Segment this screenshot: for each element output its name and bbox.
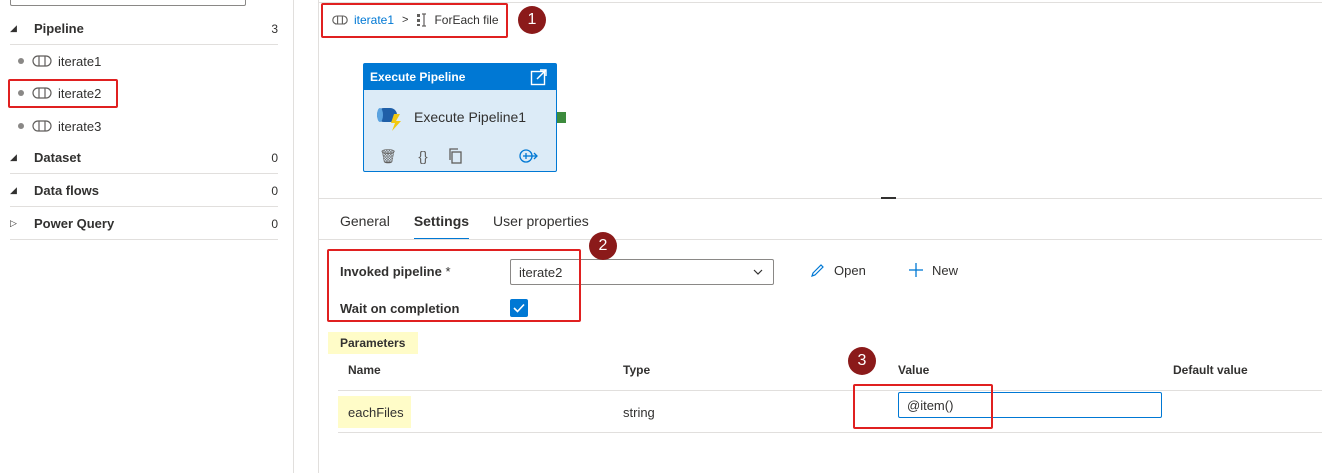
new-button[interactable]: New (908, 262, 958, 278)
activity-header: Execute Pipeline (364, 64, 556, 90)
activity-toolbar: 🗑 {} (364, 147, 558, 165)
open-external-icon[interactable] (530, 68, 548, 86)
pipeline-icon (32, 120, 52, 132)
success-connector-handle[interactable] (557, 112, 566, 123)
code-icon[interactable]: {} (414, 147, 432, 165)
panel-divider (318, 0, 319, 473)
column-header-name: Name (348, 363, 381, 377)
group-count: 0 (271, 183, 278, 198)
tab-general[interactable]: General (340, 213, 390, 240)
parameter-name-cell: eachFiles (338, 396, 411, 428)
divider (318, 198, 1322, 199)
open-button-label: Open (834, 262, 866, 278)
resize-handle[interactable] (881, 197, 896, 199)
group-count: 0 (271, 150, 278, 165)
properties-tabs: General Settings User properties (340, 213, 613, 240)
sidebar-item-iterate1[interactable]: iterate1 (0, 45, 294, 77)
group-label: Data flows (34, 183, 100, 198)
activity-type-label: Execute Pipeline (370, 70, 466, 84)
group-data-flows[interactable]: ◢ Data flows 0 (10, 175, 278, 207)
group-count: 0 (271, 216, 278, 231)
plus-icon (909, 263, 923, 277)
annotation-box-breadcrumb (321, 3, 508, 38)
group-count: 3 (271, 21, 278, 36)
status-dot-icon (18, 123, 24, 129)
group-dataset[interactable]: ◢ Dataset 0 (10, 142, 278, 174)
annotation-box-iterate2 (8, 79, 118, 108)
edit-pencil-icon (811, 264, 824, 277)
parameter-type-cell: string (623, 405, 655, 420)
column-header-value: Value (898, 363, 930, 377)
copy-icon[interactable] (447, 147, 465, 165)
execute-pipeline-icon (377, 108, 401, 131)
group-label: Pipeline (34, 21, 84, 36)
expand-caret-icon[interactable]: ▷ (10, 218, 24, 229)
sidebar-item-iterate3[interactable]: iterate3 (0, 110, 294, 142)
resource-explorer: ◢ Pipeline 3 iterate1 iterate2 iterate3 (0, 0, 294, 473)
search-input[interactable] (10, 0, 246, 6)
annotation-box-settings (327, 249, 581, 322)
collapse-caret-icon[interactable]: ◢ (10, 185, 24, 196)
open-button[interactable]: Open (810, 262, 866, 278)
divider (318, 239, 1322, 240)
divider (338, 390, 1322, 391)
group-power-query[interactable]: ▷ Power Query 0 (10, 208, 278, 240)
group-label: Power Query (34, 216, 115, 231)
add-output-icon[interactable] (517, 147, 539, 165)
new-button-label: New (932, 262, 959, 278)
collapse-caret-icon[interactable]: ◢ (10, 23, 24, 34)
status-dot-icon (18, 58, 24, 64)
column-header-default-value: Default value (1173, 363, 1248, 377)
collapse-caret-icon[interactable]: ◢ (10, 152, 24, 163)
delete-icon[interactable]: 🗑 (379, 147, 397, 165)
activity-name: Execute Pipeline1 (414, 109, 527, 125)
sidebar-item-label: iterate3 (58, 118, 102, 134)
tab-user-properties[interactable]: User properties (493, 213, 589, 240)
group-pipeline[interactable]: ◢ Pipeline 3 (10, 13, 278, 45)
divider (338, 432, 1322, 433)
annotation-badge-2: 2 (589, 232, 617, 260)
tab-settings[interactable]: Settings (413, 213, 470, 240)
sidebar-item-label: iterate1 (58, 53, 102, 69)
chevron-down-icon (753, 269, 763, 275)
column-header-type: Type (623, 363, 651, 377)
activity-body: Execute Pipeline1 (364, 90, 556, 132)
parameters-section-label: Parameters (328, 332, 418, 354)
annotation-box-value (853, 384, 993, 429)
annotation-badge-3: 3 (848, 347, 876, 375)
annotation-badge-1: 1 (518, 6, 546, 34)
activity-execute-pipeline[interactable]: Execute Pipeline Execute Pipeline1 🗑 {} (363, 63, 557, 172)
group-label: Dataset (34, 150, 81, 165)
pipeline-icon (32, 55, 52, 67)
